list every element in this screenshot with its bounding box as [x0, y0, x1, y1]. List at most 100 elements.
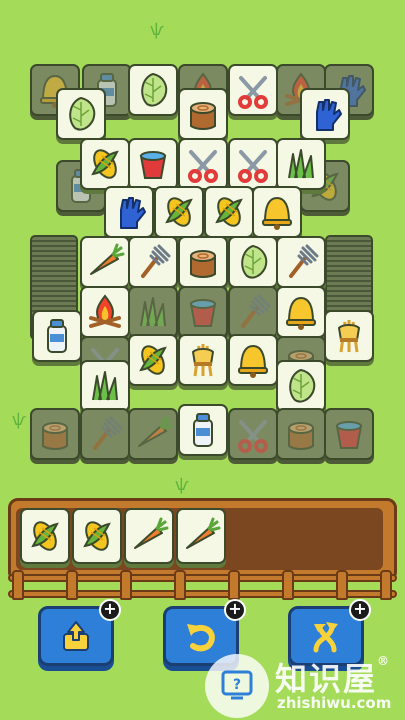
add-powerup-badge[interactable]: +	[224, 599, 246, 621]
game-board: ѱ ѱ ѱ	[0, 0, 405, 494]
shears-icon	[188, 150, 218, 183]
corn-icon	[136, 341, 170, 379]
pitchfork-icon	[289, 244, 319, 278]
tile-carrot[interactable]	[80, 236, 130, 288]
tile-cabbage[interactable]	[128, 64, 178, 116]
corn-icon	[28, 517, 62, 555]
carrot-icon	[133, 517, 169, 550]
tile-bell[interactable]	[276, 286, 326, 338]
tile-corn[interactable]	[80, 138, 130, 190]
stump-icon	[288, 422, 314, 450]
tile-milk[interactable]	[32, 310, 82, 362]
grass-tuft-decoration: ѱ	[12, 410, 27, 429]
tile-wheat[interactable]	[324, 310, 374, 362]
fence-post	[66, 570, 78, 600]
grass-tuft-decoration: ѱ	[175, 475, 190, 494]
corn-icon	[162, 193, 196, 231]
corn-icon	[80, 517, 114, 555]
wheat-icon	[337, 318, 361, 354]
tile-grass[interactable]	[80, 360, 130, 412]
tile-campfire[interactable]	[80, 286, 130, 338]
tile-cabbage[interactable]	[228, 236, 278, 288]
tray-slot-carrot	[124, 508, 174, 564]
milk-icon	[193, 413, 213, 447]
bucket-icon	[190, 299, 216, 327]
pitchfork-icon	[93, 416, 123, 450]
stump-icon	[42, 422, 68, 450]
add-powerup-badge[interactable]: +	[349, 599, 371, 621]
tile-pitchfork	[80, 408, 130, 460]
fence-post	[120, 570, 132, 600]
tile-corn[interactable]	[204, 186, 254, 238]
undo-arrow-icon	[187, 624, 215, 652]
cabbage-icon	[69, 97, 96, 131]
tile-bucket	[324, 408, 374, 460]
tile-stump	[30, 408, 80, 460]
stump-icon	[190, 250, 216, 278]
fence-post	[174, 570, 186, 600]
tile-pitchfork[interactable]	[128, 236, 178, 288]
grass-icon	[92, 371, 118, 401]
bell-icon	[238, 345, 268, 379]
tile-pitchfork[interactable]	[276, 236, 326, 288]
tile-return-icon	[63, 621, 89, 651]
tile-bell[interactable]	[228, 334, 278, 386]
grass-icon	[288, 149, 314, 179]
tray-slot-corn	[20, 508, 70, 564]
tile-tray	[8, 498, 397, 604]
glove-icon	[316, 99, 342, 131]
cabbage-icon	[141, 73, 168, 107]
milk-icon	[47, 319, 67, 353]
tile-bucket	[178, 286, 228, 338]
tile-glove[interactable]	[104, 186, 154, 238]
fence-post	[282, 570, 294, 600]
tile-bell[interactable]	[252, 186, 302, 238]
carrot-icon	[185, 517, 221, 550]
tile-shears[interactable]	[228, 64, 278, 116]
shears-icon	[238, 76, 268, 109]
bell-icon	[262, 197, 292, 231]
watermark: ? 知识屋® zhishiwu.com	[205, 652, 405, 720]
grass-icon	[140, 297, 166, 327]
tile-stump	[276, 408, 326, 460]
tray-slot-corn	[72, 508, 122, 564]
fence-post	[12, 570, 24, 600]
tile-carrot	[128, 408, 178, 460]
tile-cabbage[interactable]	[276, 360, 326, 412]
watermark-logo-icon: ?	[205, 654, 269, 718]
grass-tuft-decoration: ѱ	[150, 20, 165, 39]
tile-cabbage[interactable]	[56, 88, 106, 140]
tile-bucket[interactable]	[128, 138, 178, 190]
corn-icon	[212, 193, 246, 231]
cabbage-icon	[241, 245, 268, 279]
svg-text:?: ?	[233, 677, 241, 693]
tile-shears[interactable]	[178, 138, 228, 190]
bell-icon	[286, 297, 316, 331]
tile-grass[interactable]	[276, 138, 326, 190]
carrot-icon	[89, 243, 125, 276]
shuffle-arrows-icon	[313, 622, 338, 653]
tile-corn[interactable]	[154, 186, 204, 238]
bucket-icon	[140, 151, 166, 179]
tile-glove[interactable]	[300, 88, 350, 140]
tile-corn[interactable]	[128, 334, 178, 386]
tile-stump[interactable]	[178, 88, 228, 140]
watermark-url: zhishiwu.com	[277, 694, 392, 712]
fence-post	[336, 570, 348, 600]
tile-shears	[228, 408, 278, 460]
tile-grass	[128, 286, 178, 338]
tile-wheat[interactable]	[178, 334, 228, 386]
stump-icon	[190, 102, 216, 130]
glove-icon	[120, 197, 146, 229]
shears-icon	[238, 150, 268, 183]
pitchfork-icon	[241, 294, 271, 328]
pitchfork-icon	[141, 244, 171, 278]
tile-shears[interactable]	[228, 138, 278, 190]
tile-milk[interactable]	[178, 404, 228, 456]
add-powerup-badge[interactable]: +	[99, 599, 121, 621]
bucket-icon	[336, 421, 362, 449]
cabbage-icon	[289, 369, 316, 403]
tile-stump[interactable]	[178, 236, 228, 288]
fence-post	[380, 570, 392, 600]
undo-last-tile-button[interactable]: +	[38, 599, 121, 666]
